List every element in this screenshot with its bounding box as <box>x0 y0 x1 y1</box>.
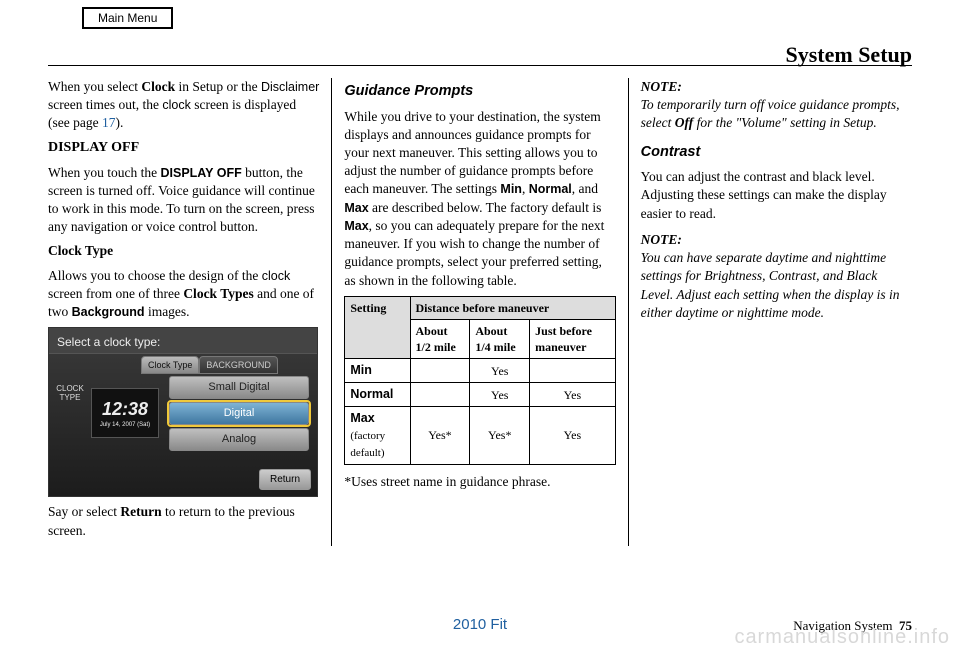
table-footnote: *Uses street name in guidance phrase. <box>344 473 615 491</box>
td <box>410 359 470 383</box>
th-setting: Setting <box>345 296 410 359</box>
return-button[interactable]: Return <box>259 469 311 491</box>
text: About 1/4 mile <box>475 324 515 354</box>
main-menu-button[interactable]: Main Menu <box>82 7 173 29</box>
td-label: Normal <box>345 383 410 407</box>
text: are described below. The factory default… <box>369 200 602 215</box>
clock-preview-date: July 14, 2007 (Sat) <box>100 421 150 429</box>
screenshot-title: Select a clock type: <box>49 328 317 354</box>
text-bold: Max <box>344 219 368 233</box>
text-bold: Off <box>675 115 694 130</box>
td-label: Min <box>345 359 410 383</box>
td <box>530 359 616 383</box>
column-1: When you select Clock in Setup or the Di… <box>48 78 331 546</box>
text: About 1/2 mile <box>416 324 456 354</box>
clock-options: Small Digital Digital Analog <box>169 376 309 451</box>
text: screen times out, the <box>48 97 162 112</box>
td: Yes <box>470 383 530 407</box>
table-row: Max (factory default) Yes* Yes* Yes <box>345 407 615 465</box>
note-heading: NOTE: <box>641 79 682 94</box>
screenshot-tabs: Clock Type BACKGROUND <box>141 356 278 374</box>
text: Min <box>350 363 372 377</box>
clock-type-paragraph: Allows you to choose the design of the c… <box>48 267 319 322</box>
display-off-paragraph: When you touch the DISPLAY OFF button, t… <box>48 164 319 237</box>
th-distance: Distance before maneuver <box>410 296 615 319</box>
text: When you touch the <box>48 165 160 180</box>
text: for the "Volume" setting in Setup. <box>693 115 876 130</box>
text: Allows you to choose the design of the <box>48 268 262 283</box>
text: You can have separate daytime and nightt… <box>641 250 900 320</box>
clock-preview-time: 12:38 <box>102 397 148 421</box>
screenshot-side-label: CLOCK TYPE <box>53 385 87 403</box>
column-3: NOTE: To temporarily turn off voice guid… <box>628 78 912 546</box>
header-rule <box>48 65 912 66</box>
text: , <box>522 181 529 196</box>
th-sub2: About 1/4 mile <box>470 319 530 358</box>
guidance-table: Setting Distance before maneuver About 1… <box>344 296 615 465</box>
tab-background[interactable]: BACKGROUND <box>199 356 278 374</box>
th-sub3: Just before maneuver <box>530 319 616 358</box>
table-row: Setting Distance before maneuver <box>345 296 615 319</box>
heading-guidance-prompts: Guidance Prompts <box>344 82 615 102</box>
watermark: carmanualsonline.info <box>734 624 950 651</box>
text-sans: clock <box>262 269 290 283</box>
text-sans: clock <box>162 98 190 112</box>
tab-clock-type[interactable]: Clock Type <box>141 356 199 374</box>
note-1: NOTE: To temporarily turn off voice guid… <box>641 78 912 133</box>
clock-type-screenshot: Select a clock type: CLOCK TYPE Clock Ty… <box>48 327 318 497</box>
text-bold: DISPLAY OFF <box>160 166 241 180</box>
heading-contrast: Contrast <box>641 143 912 163</box>
td: Yes* <box>470 407 530 465</box>
text: Say or select <box>48 504 120 519</box>
td: Yes <box>470 359 530 383</box>
table-row: Normal Yes Yes <box>345 383 615 407</box>
heading-clock-type: Clock Type <box>48 242 319 260</box>
text: Just before maneuver <box>535 324 592 354</box>
column-2: Guidance Prompts While you drive to your… <box>331 78 627 546</box>
option-analog[interactable]: Analog <box>169 428 309 451</box>
note-2: NOTE: You can have separate daytime and … <box>641 231 912 322</box>
guidance-paragraph: While you drive to your destination, the… <box>344 108 615 290</box>
text: , and <box>572 181 598 196</box>
text-bold: Background <box>72 305 145 319</box>
table-row: Min Yes <box>345 359 615 383</box>
clock-preview: 12:38 July 14, 2007 (Sat) <box>91 388 159 438</box>
text-sans: Disclaimer <box>261 80 319 94</box>
option-digital[interactable]: Digital <box>169 402 309 425</box>
text: Normal <box>350 387 393 401</box>
text-bold: Return <box>120 504 161 519</box>
text: ). <box>115 115 123 130</box>
intro-paragraph: When you select Clock in Setup or the Di… <box>48 78 319 133</box>
text: , so you can adequately prepare for the … <box>344 218 604 288</box>
text-bold: Normal <box>529 182 572 196</box>
contrast-paragraph: You can adjust the contrast and black le… <box>641 168 912 223</box>
return-paragraph: Say or select Return to return to the pr… <box>48 503 319 539</box>
option-small-digital[interactable]: Small Digital <box>169 376 309 399</box>
text: screen from one of three <box>48 286 183 301</box>
text-bold: Clock Types <box>183 286 253 301</box>
text: in Setup or the <box>175 79 261 94</box>
td: Yes <box>530 407 616 465</box>
note-heading: NOTE: <box>641 232 682 247</box>
td: Yes <box>530 383 616 407</box>
text-bold: Min <box>500 182 522 196</box>
text: (factory default) <box>350 430 385 459</box>
text-bold: Clock <box>141 79 175 94</box>
text: When you select <box>48 79 141 94</box>
td-label: Max (factory default) <box>345 407 410 465</box>
text: images. <box>145 304 190 319</box>
td <box>410 383 470 407</box>
text-bold: Max <box>344 201 368 215</box>
heading-display-off: DISPLAY OFF <box>48 139 319 158</box>
text: Max <box>350 411 374 425</box>
content-columns: When you select Clock in Setup or the Di… <box>48 78 912 546</box>
td: Yes* <box>410 407 470 465</box>
page-link-17[interactable]: 17 <box>102 115 116 130</box>
th-sub1: About 1/2 mile <box>410 319 470 358</box>
